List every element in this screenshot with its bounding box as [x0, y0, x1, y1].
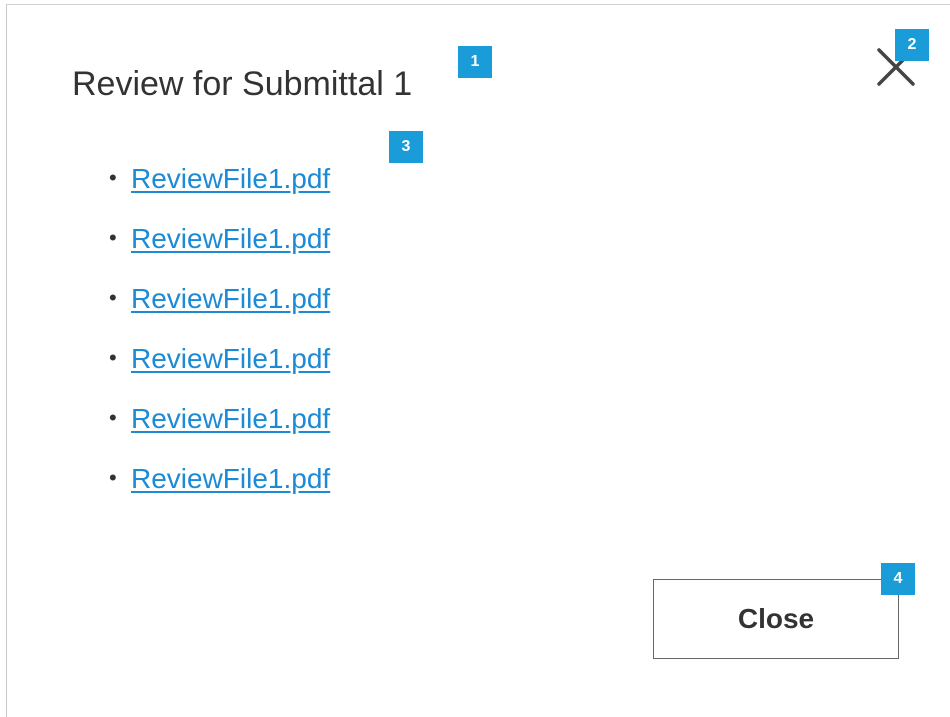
file-link[interactable]: ReviewFile1.pdf — [131, 343, 330, 374]
file-link[interactable]: ReviewFile1.pdf — [131, 223, 330, 254]
review-file-list: • ReviewFile1.pdf • ReviewFile1.pdf • Revie… — [109, 163, 330, 523]
file-link[interactable]: ReviewFile1.pdf — [131, 163, 330, 194]
bullet: • — [109, 165, 117, 190]
bullet: • — [109, 405, 117, 430]
bullet: • — [109, 225, 117, 250]
annotation-badge-1: 1 — [458, 46, 492, 78]
list-item: • ReviewFile1.pdf — [109, 463, 330, 523]
list-item: • ReviewFile1.pdf — [109, 403, 330, 463]
file-link[interactable]: ReviewFile1.pdf — [131, 403, 330, 434]
annotation-badge-2: 2 — [895, 29, 929, 61]
list-item: • ReviewFile1.pdf — [109, 283, 330, 343]
dialog-title: Review for Submittal 1 — [72, 65, 413, 103]
list-item: • ReviewFile1.pdf — [109, 223, 330, 283]
file-link[interactable]: ReviewFile1.pdf — [131, 463, 330, 494]
bullet: • — [109, 465, 117, 490]
annotation-badge-3: 3 — [389, 131, 423, 163]
list-item: • ReviewFile1.pdf — [109, 343, 330, 403]
file-link[interactable]: ReviewFile1.pdf — [131, 283, 330, 314]
bullet: • — [109, 285, 117, 310]
review-dialog: Review for Submittal 1 • ReviewFile1.pdf … — [6, 4, 950, 717]
close-button[interactable]: Close — [653, 579, 899, 659]
annotation-badge-4: 4 — [881, 563, 915, 595]
bullet: • — [109, 345, 117, 370]
list-item: • ReviewFile1.pdf — [109, 163, 330, 223]
